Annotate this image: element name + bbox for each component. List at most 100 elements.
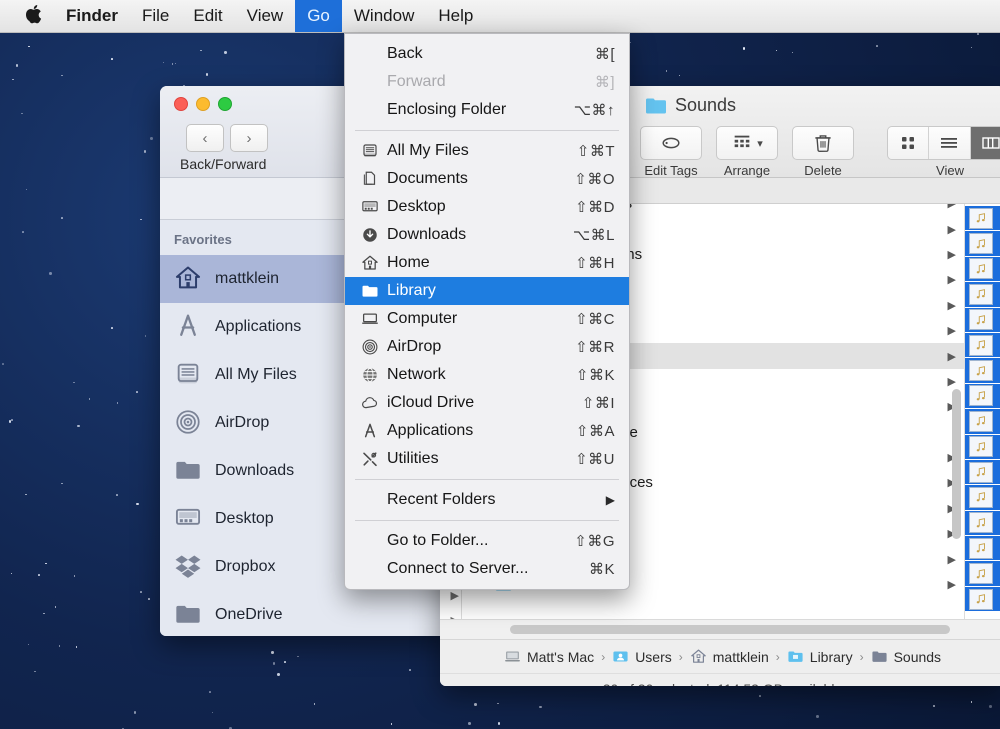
menu-go[interactable]: Go [295,0,342,32]
mac-icon [504,648,521,665]
go-menu-item-label: iCloud Drive [387,394,475,411]
go-menu-dropdown[interactable]: Back ⌘[Forward ⌘] Enclosing Folder ⌥⌘↑ All My… [344,33,630,590]
breadcrumb-item-mattklein[interactable]: mattklein [690,648,769,665]
go-menu-item-label: Connect to Server... [387,560,529,577]
go-menu-item-library[interactable]: Library [345,277,629,305]
view-segmented-control[interactable] [887,126,1000,160]
icon-view-button[interactable] [888,127,930,159]
forward-button[interactable]: › [230,124,268,152]
go-menu-item-airdrop[interactable]: AirDrop ⇧⌘R [345,333,629,361]
nav-buttons-label: Back/Forward [180,156,267,172]
toolbar-button-label: Arrange [723,163,771,178]
go-menu-item-icloud-drive[interactable]: iCloud Drive ⇧⌘I [345,389,629,417]
selected-audio-file-row[interactable] [965,459,1000,486]
disclosure-arrow-icon[interactable]: ▶ [948,273,956,286]
menu-bar[interactable]: Finder File Edit View Go Window Help [0,0,1000,33]
menu-view[interactable]: View [235,0,296,32]
disclosure-arrow-icon[interactable]: ▶ [948,223,956,236]
breadcrumb-item-users[interactable]: Users [612,648,672,665]
disclosure-arrow-icon[interactable]: ▶ [948,248,956,261]
go-menu-item-shortcut: ⇧⌘D [575,199,615,216]
go-menu-item-back[interactable]: Back ⌘[ [345,40,629,68]
delete-button[interactable]: Delete [792,126,854,178]
selected-audio-file-row[interactable] [965,586,1000,613]
breadcrumb-item-label: Library [809,648,853,665]
selected-audio-file-row[interactable] [965,383,1000,410]
go-menu-item-computer[interactable]: Computer ⇧⌘C [345,305,629,333]
selected-audio-file-row[interactable] [965,282,1000,308]
go-menu-item-label: Utilities [387,450,439,467]
go-menu-item-enclosing-folder[interactable]: Enclosing Folder ⌥⌘↑ [345,96,629,124]
column-view-button[interactable] [970,127,1000,159]
selected-audio-file-row[interactable] [965,510,1000,537]
go-menu-item-home[interactable]: Home ⇧⌘H [345,249,629,277]
selected-audio-file-row[interactable] [965,536,1000,562]
go-menu-item-go-to-folder[interactable]: Go to Folder... ⇧⌘G [345,527,629,555]
selected-audio-file-row[interactable] [965,561,1000,587]
nav-buttons[interactable]: ‹ › [186,124,268,152]
music-note-icon [969,537,993,559]
selected-audio-file-row[interactable] [965,485,1000,511]
menu-edit[interactable]: Edit [181,0,234,32]
sidebar-item-onedrive[interactable]: OneDrive [160,591,460,636]
music-note-icon [969,486,993,508]
apple-menu-icon[interactable] [14,3,54,30]
go-menu-item-all-my-files[interactable]: All My Files ⇧⌘T [345,137,629,165]
selected-audio-file-row[interactable] [965,256,1000,283]
go-menu-item-label: Network [387,366,446,383]
music-note-icon [969,436,993,458]
selected-audio-file-row[interactable] [965,434,1000,460]
disclosure-arrow-icon[interactable]: ▶ [948,299,956,312]
go-menu-item-applications[interactable]: Applications ⇧⌘A [345,417,629,445]
menu-finder[interactable]: Finder [54,0,130,32]
view-label: View [936,163,964,178]
go-menu-item-desktop[interactable]: Desktop ⇧⌘D [345,193,629,221]
breadcrumb-item-sounds[interactable]: Sounds [871,648,941,665]
menu-help[interactable]: Help [426,0,485,32]
disclosure-arrow-icon[interactable]: ▶ [948,553,956,566]
breadcrumb-item-matt-s-mac[interactable]: Matt's Mac [504,648,594,665]
go-menu-item-connect-to-server[interactable]: Connect to Server... ⌘K [345,555,629,583]
back-button[interactable]: ‹ [186,124,224,152]
breadcrumb[interactable]: Matt's Mac › Users › mattklein › Library › Sound… [440,639,1000,673]
disclosure-arrow-icon[interactable]: ▶ [451,614,459,619]
selected-audio-file-row[interactable] [965,307,1000,333]
file-list-scrollbar[interactable] [952,389,961,539]
go-menu-item-network[interactable]: Network ⇧⌘K [345,361,629,389]
disclosure-arrow-icon[interactable]: ▶ [948,204,956,210]
selected-audio-file-row[interactable] [965,206,1000,232]
selected-audio-file-row[interactable] [965,358,1000,384]
go-menu-item-label: AirDrop [387,338,442,355]
page-title: Sounds [675,95,737,115]
disclosure-arrow-icon[interactable]: ▶ [948,324,956,337]
disclosure-arrow-icon[interactable]: ▶ [948,578,956,591]
breadcrumb-item-library[interactable]: Library [787,648,853,665]
menu-window[interactable]: Window [342,0,426,32]
go-menu-item-shortcut: ⌘K [588,561,615,578]
selected-audio-file-row[interactable] [965,231,1000,257]
preview-column[interactable] [965,204,1000,619]
finder-toolbar[interactable]: Edit Tags ▾ Arrange Delete [640,126,854,178]
go-menu-item-recent-folders[interactable]: Recent Folders ▶ [345,486,629,514]
go-menu-item-label: Home [387,254,430,271]
selected-audio-file-row[interactable] [965,409,1000,435]
go-menu-item-downloads[interactable]: Downloads ⌥⌘L [345,221,629,249]
window-controls[interactable] [174,97,232,111]
minimize-button[interactable] [196,97,210,111]
breadcrumb-item-label: mattklein [712,648,769,665]
close-button[interactable] [174,97,188,111]
go-menu-item-documents[interactable]: Documents ⇧⌘O [345,165,629,193]
horizontal-scrollbar[interactable] [440,619,1000,639]
go-menu-item-shortcut: ⇧⌘O [574,171,615,188]
list-view-button[interactable] [929,127,971,159]
maximize-button[interactable] [218,97,232,111]
view-mode-group[interactable]: View [887,126,1000,178]
menu-file[interactable]: File [130,0,181,32]
disclosure-arrow-icon[interactable]: ▶ [948,375,956,388]
disclosure-arrow-icon[interactable]: ▶ [451,589,459,602]
disclosure-arrow-icon[interactable]: ▶ [948,350,956,363]
edit-tags-button[interactable]: Edit Tags [640,126,702,178]
go-menu-item-utilities[interactable]: Utilities ⇧⌘U [345,445,629,473]
selected-audio-file-row[interactable] [965,332,1000,359]
arrange-button[interactable]: ▾ Arrange [716,126,778,178]
